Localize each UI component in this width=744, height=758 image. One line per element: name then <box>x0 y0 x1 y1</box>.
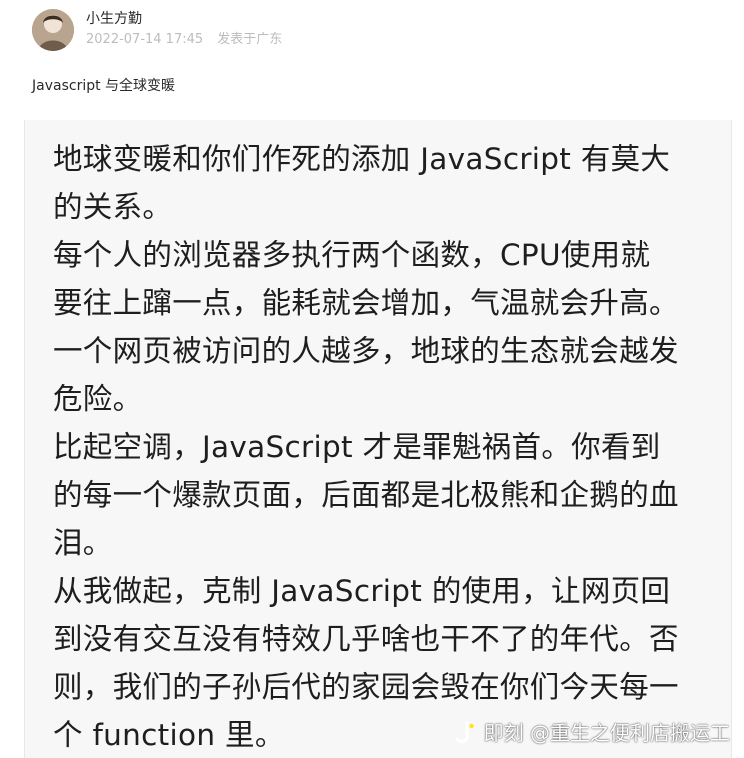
watermark: 即刻 @重生之便利店搬运工 <box>452 720 730 746</box>
avatar-image <box>32 9 74 51</box>
body-line: 到没有交互没有特效几乎啥也干不了的年代。否 <box>53 622 679 656</box>
body-line: 的关系。 <box>53 190 173 224</box>
post-meta: 2022-07-14 17:45 发表于广东 <box>86 31 282 49</box>
watermark-text: 即刻 @重生之便利店搬运工 <box>483 721 730 745</box>
body-line: 每个人的浏览器多执行两个函数，CPU使用就 <box>53 238 651 272</box>
post-title: Javascript 与全球变暖 <box>32 78 176 94</box>
body-line: 危险。 <box>53 382 143 416</box>
post-body: 地球变暖和你们作死的添加 JavaScript 有莫大 的关系。 每个人的浏览器… <box>53 135 703 758</box>
body-line: 从我做起，克制 JavaScript 的使用，让网页回 <box>53 574 671 608</box>
body-line: 则，我们的子孙后代的家园会毁在你们今天每一 <box>53 670 679 704</box>
author-name[interactable]: 小生方勤 <box>86 10 142 28</box>
body-line: 一个网页被访问的人越多，地球的生态就会越发 <box>53 334 679 368</box>
body-line: 要往上蹿一点，能耗就会增加，气温就会升高。 <box>53 286 679 320</box>
post-image-card[interactable]: 地球变暖和你们作死的添加 JavaScript 有莫大 的关系。 每个人的浏览器… <box>24 120 732 758</box>
body-line: 的每一个爆款页面，后面都是北极熊和企鹅的血 <box>53 478 679 512</box>
body-line: 地球变暖和你们作死的添加 JavaScript 有莫大 <box>53 142 671 176</box>
post-location: 发表于广东 <box>217 32 283 47</box>
avatar[interactable] <box>32 9 74 51</box>
post-timestamp: 2022-07-14 17:45 <box>86 32 204 47</box>
body-line: 泪。 <box>53 526 113 560</box>
post-page: 小生方勤 2022-07-14 17:45 发表于广东 Javascript 与… <box>0 0 744 758</box>
body-line: 比起空调，JavaScript 才是罪魁祸首。你看到 <box>53 430 661 464</box>
jike-logo-icon <box>452 720 478 746</box>
